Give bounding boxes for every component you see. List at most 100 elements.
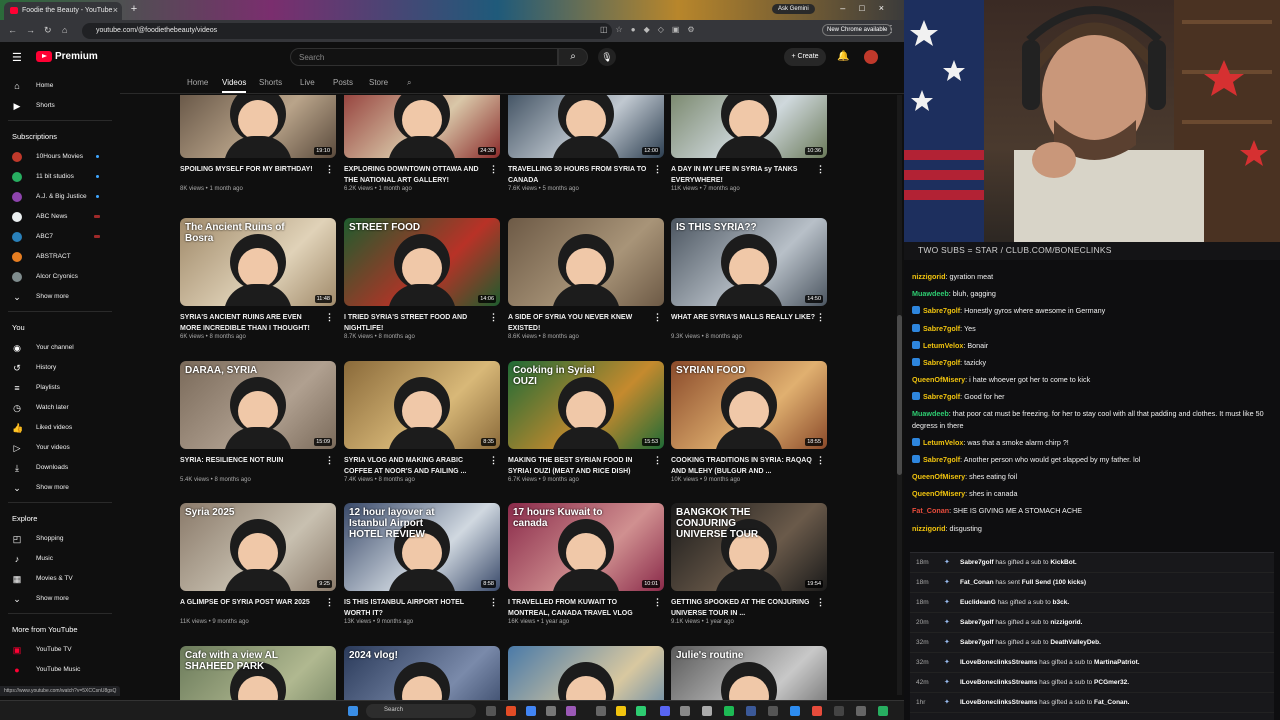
tab-live[interactable]: Live [300,78,315,87]
new-chrome-available-button[interactable]: New Chrome available [822,24,893,36]
ask-gemini-button[interactable]: Ask Gemini [772,4,815,14]
task-view-icon[interactable] [486,706,496,716]
spotify-icon[interactable] [724,706,734,716]
video-thumbnail[interactable]: 24:38 [344,95,500,158]
search-icon[interactable]: ⌕ [558,48,588,66]
chat-username[interactable]: QueenOfMisery [912,472,965,481]
show-more-button[interactable]: ⌄ Show more [0,478,120,498]
event-user[interactable]: ILoveBoneclinksStreams [960,679,1037,686]
more-options-icon[interactable]: ⋮ [489,312,498,323]
sidebar-item[interactable]: ◷ Watch later [0,398,120,418]
browser-tab[interactable]: Foodie the Beauty - YouTube × [4,2,122,20]
video-card[interactable]: CANADA12:00 TRAVELLING 30 HOURS FROM SYRI… [508,95,664,192]
more-options-icon[interactable]: ⋮ [653,164,662,175]
chat-username[interactable]: nizzigorid [912,272,946,281]
sidebar-item[interactable]: ● YouTube Music [0,660,120,680]
scrollbar-thumb[interactable] [897,315,902,475]
window-controls[interactable]: –□× [840,3,898,13]
subscription-item[interactable]: Alcor Cryonics [0,267,120,287]
video-card[interactable]: Bday Free Stuff!19:10 SPOILING MYSELF FOR… [180,95,336,192]
close-tab-icon[interactable]: × [113,5,118,15]
show-more-button[interactable]: ⌄ Show more [0,589,120,609]
event-user[interactable]: Sabre7golf [960,559,994,566]
sidebar-item[interactable]: ♪ Music [0,549,120,569]
chat-username[interactable]: Sabre7golf [923,392,960,401]
video-thumbnail[interactable]: Cafe with a view AL SHAHEED PARK [180,646,336,700]
video-title[interactable]: COOKING TRADITIONS IN SYRIA: RAQAQ AND M… [671,455,827,477]
tab-videos[interactable]: Videos [222,78,247,93]
video-card[interactable]: DARAA, SYRIA 15:09 SYRIA: RESILIENCE NOT R… [180,361,336,483]
browser-menu-icon[interactable]: ⋮ [886,24,896,35]
video-thumbnail[interactable]: Bday Free Stuff!19:10 [180,95,336,158]
more-options-icon[interactable]: ⋮ [325,597,334,608]
event-target[interactable]: PCGmer32. [1094,679,1129,686]
video-title[interactable]: A SIDE OF SYRIA YOU NEVER KNEW EXISTED! ⋮ [508,312,664,334]
sidebar-item[interactable]: ⌂ Home [0,76,120,96]
event-target[interactable]: b3ck. [1053,599,1070,606]
video-card[interactable]: IS THIS SYRIA?? 14:50 WHAT ARE SYRIA'S MAL… [671,218,827,340]
channel-search-icon[interactable]: ⌕ [407,78,411,88]
event-target[interactable]: KickBot. [1050,559,1076,566]
video-card[interactable]: BANGKOK THE CONJURING UNIVERSE TOUR 19:54… [671,503,827,625]
windows-start-icon[interactable] [348,706,358,716]
event-user[interactable]: Sabre7golf [960,639,994,646]
app-icon[interactable] [596,706,606,716]
video-title[interactable]: GETTING SPOOKED AT THE CONJURING UNIVERS… [671,597,827,619]
video-title[interactable]: SYRIA: RESILIENCE NOT RUIN ⋮ [180,455,336,477]
more-options-icon[interactable]: ⋮ [489,597,498,608]
app-icon[interactable] [680,706,690,716]
app-icon[interactable] [566,706,576,716]
avatar[interactable] [864,50,878,64]
app-icon[interactable] [812,706,822,716]
tab-posts[interactable]: Posts [333,78,353,87]
notifications-bell-icon[interactable]: 🔔 [837,51,849,62]
app-icon[interactable] [506,706,516,716]
app-icon[interactable] [768,706,778,716]
sidebar-item[interactable]: ▷ Your videos [0,438,120,458]
chat-username[interactable]: Sabre7golf [923,455,960,464]
event-user[interactable]: Sabre7golf [960,619,994,626]
chat-username[interactable]: Sabre7golf [923,358,960,367]
youtube-premium-label[interactable]: Premium [55,51,98,62]
app-icon[interactable] [636,706,646,716]
folder-icon[interactable] [616,706,626,716]
video-card[interactable]: 24:38 EXPLORING DOWNTOWN OTTAWA AND THE N… [344,95,500,192]
tab-store[interactable]: Store [369,78,388,87]
sidebar-item[interactable]: ◰ Shopping [0,529,120,549]
explore-header[interactable]: Explore [0,507,120,529]
show-more-button[interactable]: ⌄ Show more [0,287,120,307]
chat-username[interactable]: nizzigorid [912,524,946,533]
home-browser-icon[interactable]: ⌂ [62,25,67,35]
event-user[interactable]: ILoveBoneclinksStreams [960,699,1037,706]
video-title[interactable]: I TRIED SYRIA'S STREET FOOD AND NIGHTLIF… [344,312,500,334]
event-user[interactable]: EuclideanG [960,599,996,606]
video-thumbnail[interactable]: DARAA, SYRIA 15:09 [180,361,336,449]
scrollbar[interactable] [897,95,902,695]
video-thumbnail[interactable]: Syria 2025 9:25 [180,503,336,591]
sidebar-item[interactable]: ◉ Your channel [0,338,120,358]
app-icon[interactable] [856,706,866,716]
video-thumbnail[interactable]: 10:36 [671,95,827,158]
event-target[interactable]: Fat_Conan. [1094,699,1129,706]
subscription-item[interactable]: ABC News [0,207,120,227]
sidebar-item[interactable]: ▶ Shorts [0,96,120,116]
search-input[interactable]: Search [290,48,558,66]
you-header[interactable]: You [0,316,120,338]
subscription-item[interactable]: A.J. & Big Justice [0,187,120,207]
video-card[interactable] [508,646,664,700]
more-from-youtube-header[interactable]: More from YouTube [0,618,120,640]
subscription-item[interactable]: 10Hours Movies [0,147,120,167]
video-card[interactable]: STREET FOOD 14:06 I TRIED SYRIA'S STREET F… [344,218,500,340]
app-icon[interactable] [546,706,556,716]
event-target[interactable]: nizzigorid. [1050,619,1082,626]
tab-home[interactable]: Home [187,78,208,87]
event-target[interactable]: MartinaPatriot. [1094,659,1140,666]
app-icon[interactable] [790,706,800,716]
microphone-icon[interactable]: 🎙 [598,48,616,66]
video-title[interactable]: IS THIS ISTANBUL AIRPORT HOTEL WORTH IT?… [344,597,500,619]
subscription-item[interactable]: 11 bit studios [0,167,120,187]
more-options-icon[interactable]: ⋮ [653,455,662,466]
discord-icon[interactable] [660,706,670,716]
chat-username[interactable]: QueenOfMisery [912,489,965,498]
video-thumbnail[interactable]: The Ancient Ruins of Bosra 11:48 [180,218,336,306]
